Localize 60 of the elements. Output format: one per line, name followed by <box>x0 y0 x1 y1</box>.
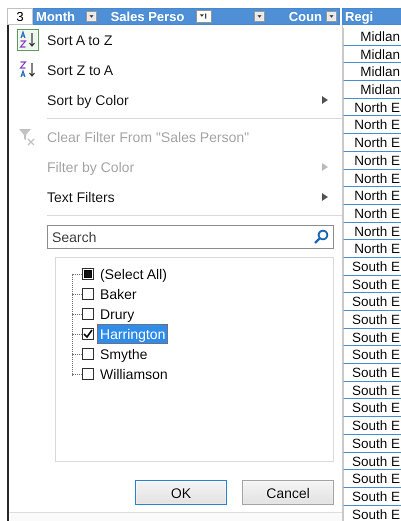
value-item[interactable]: Baker <box>97 284 140 304</box>
table-cell: South E <box>343 311 401 329</box>
table-cell: South E <box>343 506 401 521</box>
menu-item[interactable]: Text Filters <box>9 182 342 212</box>
cancel-button[interactable]: Cancel <box>242 480 334 505</box>
value-item[interactable]: Williamson <box>97 364 171 384</box>
table-cell: South E <box>343 346 401 364</box>
table-cell: North E <box>343 170 401 188</box>
submenu-arrow-icon <box>322 193 328 201</box>
row-number: 3 <box>7 8 33 25</box>
menu-item[interactable]: Sort A to Z <box>9 25 342 55</box>
table-cell: South E <box>343 470 401 488</box>
dropdown-button[interactable] <box>326 11 337 22</box>
table-cell: South E <box>343 488 401 506</box>
table-cell: North E <box>343 204 401 223</box>
table-cell: Midlan <box>343 28 401 46</box>
search-icon <box>313 229 329 245</box>
ok-button[interactable]: OK <box>135 480 227 505</box>
checkbox[interactable] <box>82 348 94 360</box>
checkbox[interactable] <box>82 368 94 380</box>
dropdown-button[interactable] <box>254 11 265 22</box>
submenu-arrow-icon <box>322 96 328 104</box>
column-header: Coun <box>268 8 340 25</box>
table-cell: South E <box>343 382 401 400</box>
table-cell: North E <box>343 152 401 170</box>
value-item[interactable]: (Select All) <box>97 264 170 284</box>
table-cell: North E <box>343 98 401 116</box>
table-cell: Midlan <box>343 46 401 64</box>
value-item[interactable]: Drury <box>97 304 138 324</box>
menu-item[interactable]: Sort by Color <box>9 85 342 115</box>
value-item[interactable]: Smythe <box>97 344 150 364</box>
column-header: Month <box>33 8 100 25</box>
table-cell: Midlan <box>343 63 401 82</box>
table-cell: North E <box>343 116 401 134</box>
checkbox[interactable] <box>82 308 94 320</box>
table-cell: North E <box>343 222 401 240</box>
checkbox[interactable] <box>82 268 94 280</box>
submenu-arrow-icon <box>322 163 328 171</box>
table-cell: South E <box>343 399 401 418</box>
table-cell: North E <box>343 240 401 258</box>
table-cell: South E <box>343 417 401 435</box>
dropdown-button[interactable] <box>86 11 97 22</box>
table-cell: Midlan <box>343 81 401 99</box>
sort-ascending-icon <box>17 29 39 51</box>
search-field[interactable]: Search <box>47 225 334 249</box>
table-cell: South E <box>343 328 401 346</box>
table-cell: South E <box>343 293 401 311</box>
filter-button[interactable] <box>196 10 212 23</box>
table-cell: North E <box>343 187 401 205</box>
table-cell: South E <box>343 364 401 382</box>
column-header: Sales Perso <box>100 8 215 25</box>
table-cell: South E <box>343 434 401 452</box>
checkbox[interactable] <box>82 328 94 340</box>
table-cell: South E <box>343 258 401 276</box>
table-cell: South E <box>343 276 401 294</box>
table-cell: North E <box>343 134 401 152</box>
table-cell: South E <box>343 452 401 470</box>
checkbox[interactable] <box>82 288 94 300</box>
menu-item[interactable]: Sort Z to A <box>9 55 342 85</box>
column-header: Regi <box>342 8 401 25</box>
